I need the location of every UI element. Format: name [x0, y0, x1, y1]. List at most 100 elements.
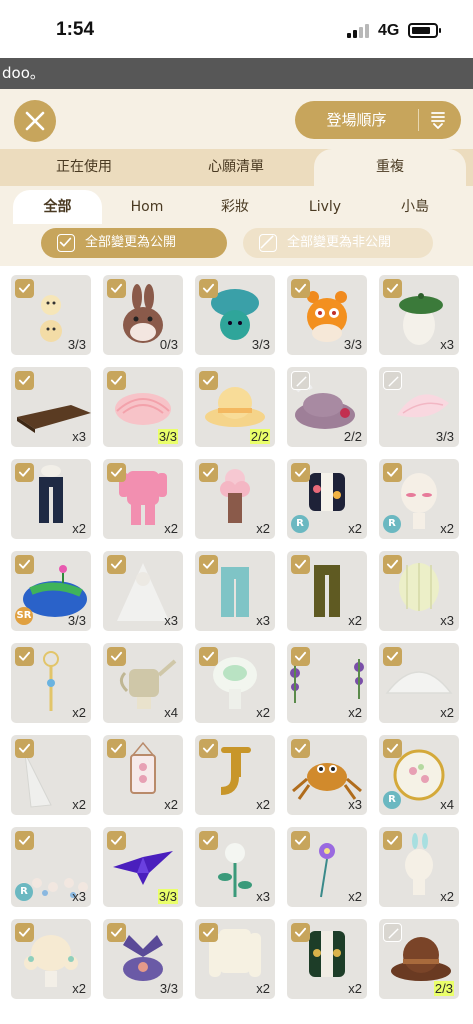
public-checkbox[interactable]: [383, 739, 402, 758]
public-checkbox[interactable]: [291, 647, 310, 666]
item-count: x2: [72, 521, 86, 536]
item-cell[interactable]: 3/3: [11, 275, 91, 355]
item-cell[interactable]: x2: [379, 827, 459, 907]
private-checkbox[interactable]: [383, 371, 402, 390]
item-cell[interactable]: x4: [103, 643, 183, 723]
item-count: 3/3: [435, 429, 454, 444]
item-cell[interactable]: x3: [287, 735, 367, 815]
item-cell[interactable]: 2/2: [195, 367, 275, 447]
item-cell[interactable]: Rx3: [11, 827, 91, 907]
public-checkbox[interactable]: [107, 739, 126, 758]
make-all-private-button[interactable]: 全部變更為非公開: [243, 228, 433, 258]
tab-duplicates[interactable]: 重複: [314, 149, 466, 186]
public-checkbox[interactable]: [15, 463, 34, 482]
public-checkbox[interactable]: [199, 739, 218, 758]
item-cell[interactable]: x2: [195, 459, 275, 539]
private-checkbox[interactable]: [291, 371, 310, 390]
public-checkbox[interactable]: [15, 279, 34, 298]
public-checkbox[interactable]: [107, 923, 126, 942]
subtab-hom[interactable]: Hom: [104, 190, 190, 224]
item-cell[interactable]: 2/3: [379, 919, 459, 999]
public-checkbox[interactable]: [291, 463, 310, 482]
item-cell[interactable]: x3: [379, 275, 459, 355]
public-checkbox[interactable]: [15, 555, 34, 574]
public-checkbox[interactable]: [15, 647, 34, 666]
public-checkbox[interactable]: [107, 555, 126, 574]
item-cell[interactable]: 3/3: [103, 367, 183, 447]
item-cell[interactable]: x2: [287, 551, 367, 631]
item-count: x2: [440, 521, 454, 536]
item-cell[interactable]: x2: [195, 919, 275, 999]
item-cell[interactable]: 2/2: [287, 367, 367, 447]
item-cell[interactable]: 3/3: [103, 827, 183, 907]
public-checkbox[interactable]: [291, 555, 310, 574]
public-checkbox[interactable]: [291, 831, 310, 850]
item-cell[interactable]: x2: [103, 459, 183, 539]
item-count: 3/3: [159, 981, 178, 996]
public-checkbox[interactable]: [199, 831, 218, 850]
public-checkbox[interactable]: [199, 279, 218, 298]
subtab-all[interactable]: 全部: [13, 190, 102, 224]
public-checkbox[interactable]: [15, 371, 34, 390]
item-cell[interactable]: x3: [103, 551, 183, 631]
item-cell[interactable]: SR 3/3: [11, 551, 91, 631]
sort-order-label: 登場順序: [326, 111, 387, 129]
public-checkbox[interactable]: [383, 555, 402, 574]
public-checkbox[interactable]: [199, 923, 218, 942]
private-checkbox[interactable]: [383, 923, 402, 942]
item-cell[interactable]: 3/3: [195, 275, 275, 355]
notification-banner: doo。: [0, 58, 473, 89]
make-all-public-button[interactable]: 全部變更為公開: [41, 228, 227, 258]
subtab-livly[interactable]: Livly: [282, 190, 368, 224]
public-checkbox[interactable]: [107, 279, 126, 298]
item-cell[interactable]: 3/3: [287, 275, 367, 355]
item-cell[interactable]: x2: [11, 643, 91, 723]
public-checkbox[interactable]: [15, 923, 34, 942]
public-checkbox[interactable]: [107, 647, 126, 666]
item-cell[interactable]: Rx2: [379, 459, 459, 539]
item-cell[interactable]: x2: [287, 827, 367, 907]
item-cell[interactable]: x2: [11, 919, 91, 999]
public-checkbox[interactable]: [199, 463, 218, 482]
item-cell[interactable]: 3/3: [103, 919, 183, 999]
item-count: x2: [348, 889, 362, 904]
public-checkbox[interactable]: [291, 923, 310, 942]
item-cell[interactable]: x3: [379, 551, 459, 631]
public-checkbox[interactable]: [291, 739, 310, 758]
close-button[interactable]: [14, 100, 56, 142]
public-checkbox[interactable]: [291, 279, 310, 298]
public-checkbox[interactable]: [383, 463, 402, 482]
public-checkbox[interactable]: [107, 463, 126, 482]
public-checkbox[interactable]: [15, 739, 34, 758]
item-cell[interactable]: x3: [195, 827, 275, 907]
item-cell[interactable]: x2: [195, 643, 275, 723]
item-cell[interactable]: x2: [11, 735, 91, 815]
item-cell[interactable]: x2: [103, 735, 183, 815]
public-checkbox[interactable]: [199, 555, 218, 574]
item-cell[interactable]: x3: [11, 367, 91, 447]
sort-order-button[interactable]: 登場順序: [295, 101, 461, 139]
tab-in-use[interactable]: 正在使用: [10, 149, 158, 186]
public-checkbox[interactable]: [107, 831, 126, 850]
item-cell[interactable]: 0/3: [103, 275, 183, 355]
public-checkbox[interactable]: [199, 371, 218, 390]
subtab-makeup[interactable]: 彩妝: [192, 190, 278, 224]
public-checkbox[interactable]: [383, 831, 402, 850]
item-cell[interactable]: x2: [11, 459, 91, 539]
public-checkbox[interactable]: [199, 647, 218, 666]
item-cell[interactable]: 3/3: [379, 367, 459, 447]
item-cell[interactable]: x2: [379, 643, 459, 723]
item-cell[interactable]: x3: [195, 551, 275, 631]
item-cell[interactable]: x2: [195, 735, 275, 815]
public-checkbox[interactable]: [15, 831, 34, 850]
tab-wishlist[interactable]: 心願清單: [162, 149, 310, 186]
item-count: x3: [440, 337, 454, 352]
item-cell[interactable]: Rx4: [379, 735, 459, 815]
item-cell[interactable]: Rx2: [287, 459, 367, 539]
public-checkbox[interactable]: [383, 279, 402, 298]
subtab-island[interactable]: 小島: [372, 190, 458, 224]
item-cell[interactable]: x2: [287, 643, 367, 723]
item-cell[interactable]: x2: [287, 919, 367, 999]
public-checkbox[interactable]: [107, 371, 126, 390]
public-checkbox[interactable]: [383, 647, 402, 666]
